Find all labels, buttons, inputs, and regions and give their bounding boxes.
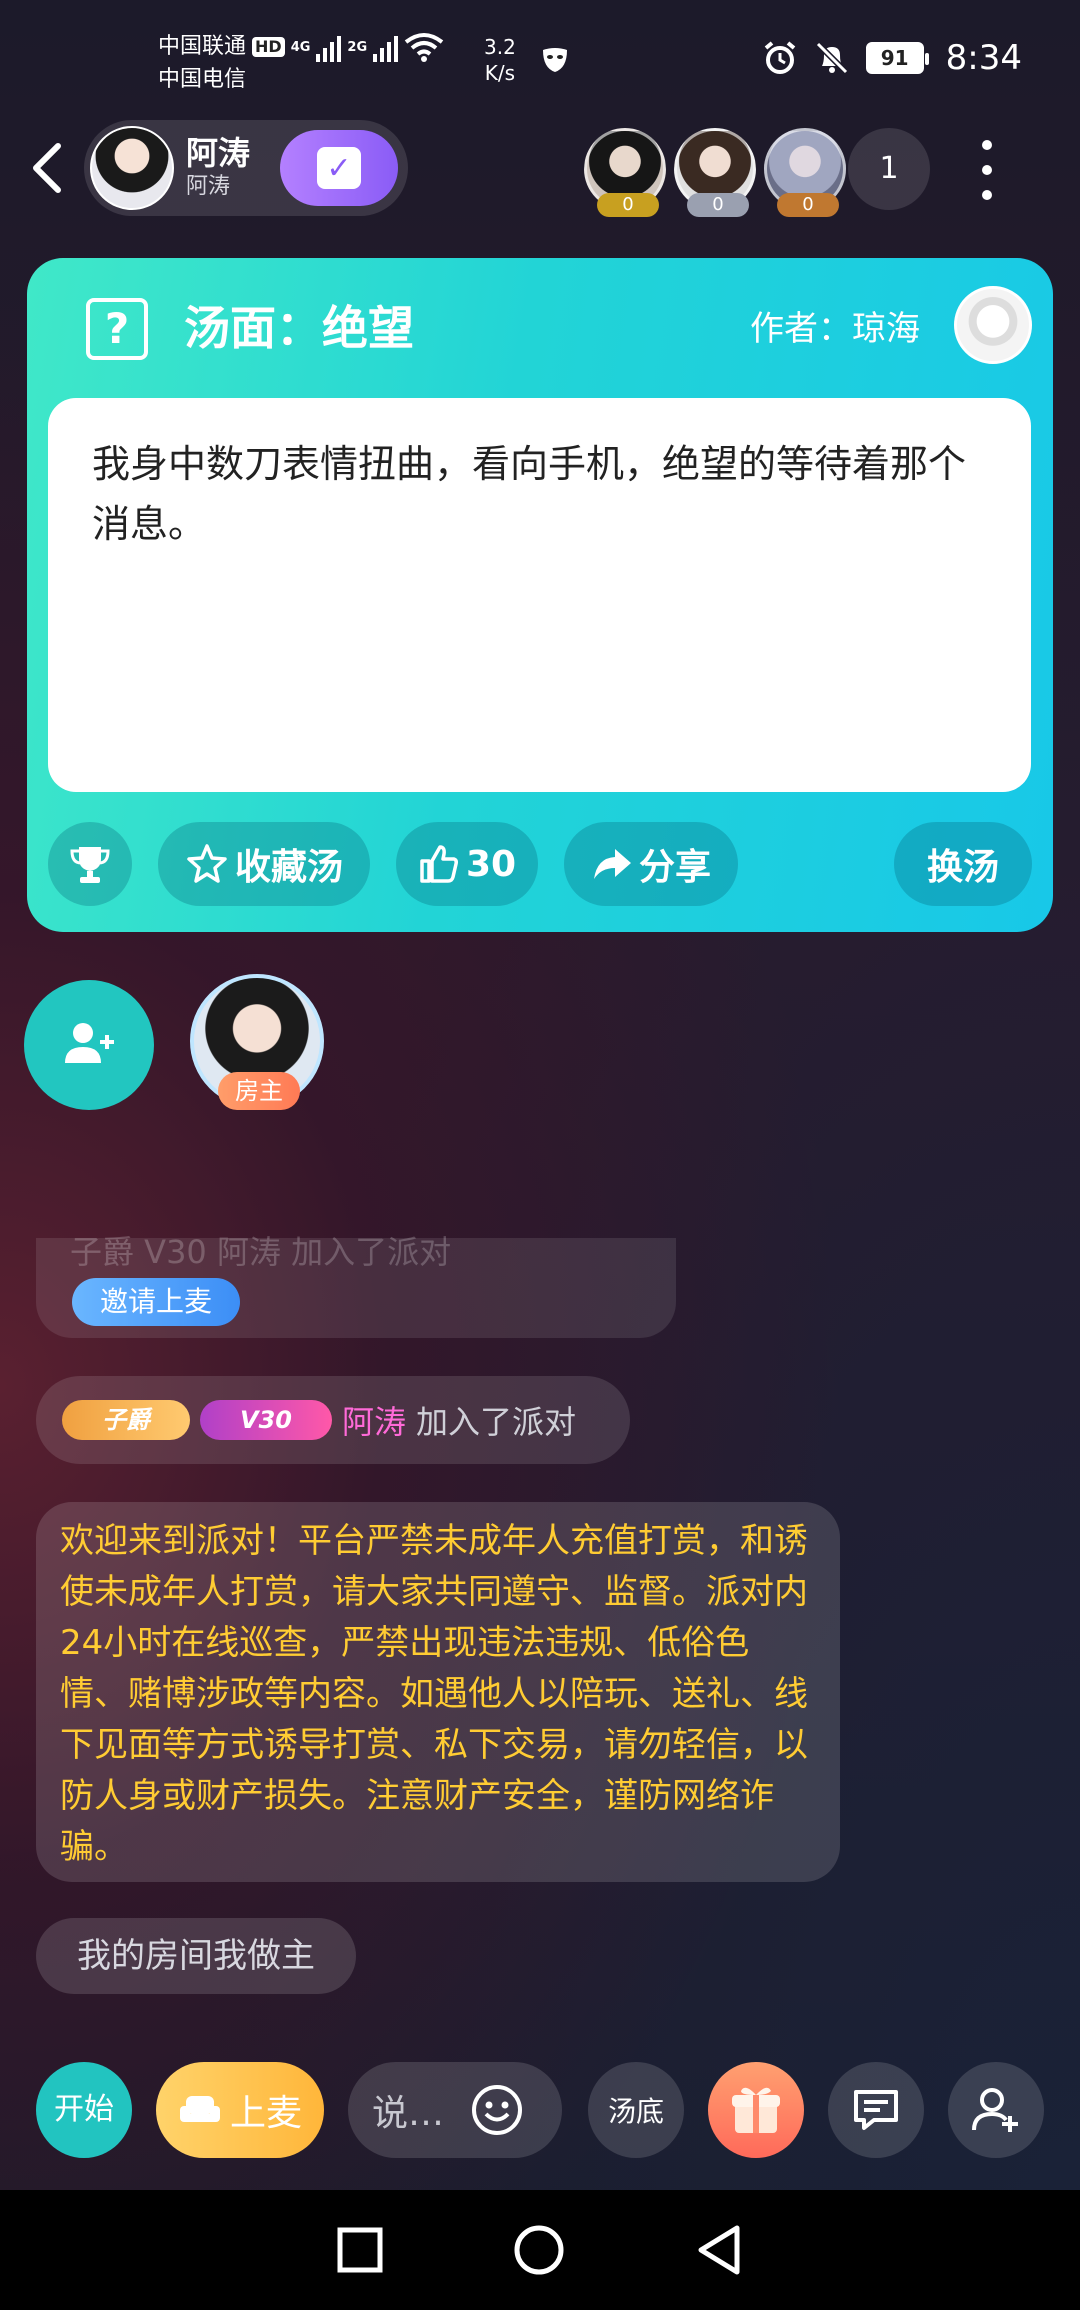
chat-partial-text: 子爵 V30 阿涛 加入了派对 [70,1233,452,1266]
viewer-avatar-2[interactable]: 0 [674,128,756,217]
answer-button[interactable]: 汤底 [588,2062,684,2158]
carrier-1: 中国联通 [158,34,247,59]
host-avatar[interactable] [90,126,174,210]
notice-text: 欢迎来到派对！平台严禁未成年人充值打赏，和诱使未成年人打赏，请大家共同遵守、监督… [60,1521,808,1867]
viewer-avatar-3[interactable]: 0 [764,128,846,217]
join-mic-button[interactable]: 上麦 [156,2062,324,2158]
viewer-badge: 0 [777,193,839,217]
puzzle-author: 作者：琼海 [750,309,920,349]
puzzle-story-box: 我身中数刀表情扭曲，看向手机，绝望的等待着那个消息。 [48,398,1031,792]
puzzle-story: 我身中数刀表情扭曲，看向手机，绝望的等待着那个消息。 [92,442,967,546]
host-subtitle: 阿涛 [186,174,231,199]
emoji-icon[interactable] [470,2083,524,2137]
speed-value: 3.2 [484,35,516,59]
system-notice: 欢迎来到派对！平台严禁未成年人充值打赏，和诱使未成年人打赏，请大家共同遵守、监督… [36,1502,840,1882]
puzzle-title: 汤面：绝望 [184,301,414,355]
thumbs-up-icon [420,845,458,883]
network-type-2: 2G [347,40,368,55]
sofa-icon [179,2096,220,2122]
home-circle-icon[interactable] [513,2224,565,2276]
back-triangle-icon[interactable] [695,2224,743,2276]
host-profile-pill[interactable]: 阿涛 阿涛 ✓ [84,120,408,216]
status-right: 91 8:34 [762,38,1022,78]
favorite-label: 收藏汤 [234,847,343,888]
answer-label: 汤底 [607,2095,664,2128]
join-mic-label: 上麦 [229,2093,302,2134]
change-label: 换汤 [926,847,999,888]
wifi-icon [404,33,444,62]
signal-icon-2 [373,32,399,62]
mask-icon [543,48,567,72]
trophy-icon [70,847,110,883]
system-nav-bar [0,2190,1080,2310]
signal-icon [316,32,342,62]
chat-input[interactable]: 说… [348,2062,562,2158]
more-vert-icon[interactable] [972,140,1002,200]
join-username[interactable]: 阿涛 [342,1397,406,1443]
message-button[interactable] [828,2062,924,2158]
chat-bubble-icon [854,2090,898,2130]
star-icon [187,844,227,883]
like-count: 30 [465,843,517,885]
alarm-icon [764,41,795,74]
share-button[interactable]: 分享 [564,822,738,906]
favorite-button[interactable]: 收藏汤 [158,822,370,906]
gift-icon [732,2087,780,2133]
rank-badge: 子爵 [62,1400,190,1440]
host-tag: 房主 [218,1072,300,1110]
viewer-badge: 0 [597,193,659,217]
change-puzzle-button[interactable]: 换汤 [894,822,1032,906]
question-icon: ? [86,298,148,360]
back-arrow-icon[interactable] [28,140,68,196]
viewer-avatar-1[interactable]: 0 [584,128,666,217]
share-label: 分享 [638,847,711,888]
viewer-count[interactable]: 1 [848,128,930,210]
add-friend-button[interactable] [948,2062,1044,2158]
viewer-badge: 0 [687,193,749,217]
chat-input-placeholder: 说… [372,2093,445,2134]
invite-user-button[interactable] [24,980,154,1110]
clock: 8:34 [945,38,1022,78]
recents-square-icon[interactable] [337,2227,383,2273]
speed-unit: K/s [484,61,516,85]
check-icon: ✓ [317,147,361,189]
status-carriers: 中国联通 HD 4G 2G 中国电信 [158,30,444,96]
carrier-2: 中国电信 [158,67,247,92]
add-user-icon [65,1023,114,1063]
network-speed: 3.2 K/s [484,34,516,86]
join-action: 加入了派对 [416,1403,577,1441]
like-button[interactable]: 30 [396,822,538,906]
battery-icon: 91 [865,42,929,74]
invite-mic-button[interactable]: 邀请上麦 [72,1278,240,1326]
add-user-icon [972,2088,1018,2132]
host-name: 阿涛 [186,134,251,172]
room-message: 我的房间我做主 [36,1918,356,1994]
hd-badge: HD [252,37,285,57]
follow-button[interactable]: ✓ [280,130,398,206]
mute-bell-icon [815,41,848,75]
trophy-button[interactable] [48,822,132,906]
level-badge: V30 [200,1400,332,1440]
network-type-1: 4G [290,40,311,55]
author-avatar[interactable] [954,286,1032,364]
start-button[interactable]: 开始 [36,2062,132,2158]
join-message: 子爵 V30 阿涛 加入了派对 [36,1376,630,1464]
share-arrow-icon [593,849,631,879]
gift-button[interactable] [708,2062,804,2158]
